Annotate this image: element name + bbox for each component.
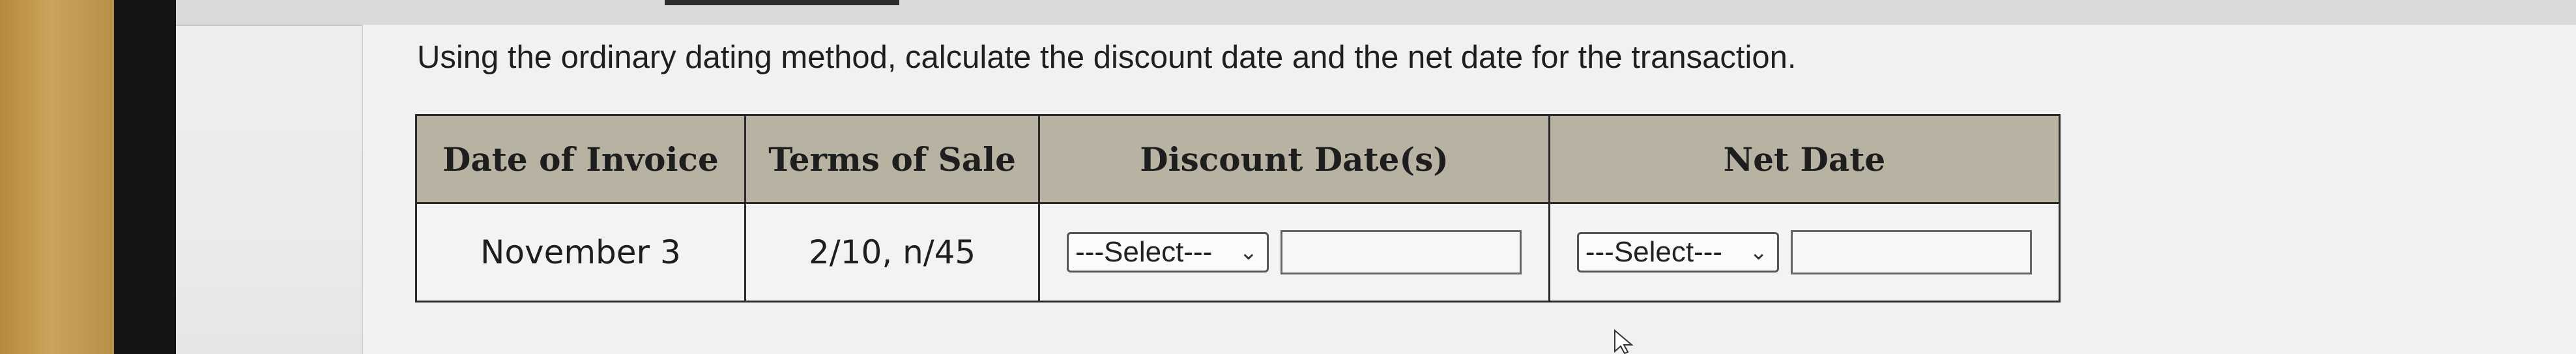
net-select-value: ---Select--- xyxy=(1585,236,1723,268)
chevron-down-icon: ⌄ xyxy=(1239,240,1258,265)
discount-date-select[interactable]: ---Select--- ⌄ xyxy=(1067,232,1269,273)
header-date-of-invoice: Date of Invoice xyxy=(415,114,746,204)
chevron-down-icon: ⌄ xyxy=(1749,240,1768,265)
desk-background xyxy=(0,0,114,354)
header-net-date: Net Date xyxy=(1548,114,2061,204)
discount-date-cell: ---Select--- ⌄ xyxy=(1038,202,1550,302)
header-discount-dates: Discount Date(s) xyxy=(1038,114,1550,204)
transaction-table: Date of Invoice Terms of Sale Discount D… xyxy=(415,114,2061,302)
terms-of-sale-cell: 2/10, n/45 xyxy=(744,202,1041,302)
discount-date-input[interactable] xyxy=(1281,230,1522,274)
table-header-row: Date of Invoice Terms of Sale Discount D… xyxy=(415,114,2061,204)
net-date-cell: ---Select--- ⌄ xyxy=(1548,202,2061,302)
top-tab-indicator xyxy=(665,0,899,5)
net-date-select[interactable]: ---Select--- ⌄ xyxy=(1576,232,1779,273)
header-terms-of-sale: Terms of Sale xyxy=(744,114,1041,204)
top-bar xyxy=(176,0,2576,26)
discount-select-value: ---Select--- xyxy=(1075,236,1213,268)
table-row: November 3 2/10, n/45 ---Select--- ⌄ ---… xyxy=(415,202,2061,302)
net-date-input[interactable] xyxy=(1790,230,2032,274)
question-text: Using the ordinary dating method, calcul… xyxy=(417,40,1797,75)
invoice-date-cell: November 3 xyxy=(415,202,746,302)
monitor-bezel xyxy=(114,0,176,354)
mouse-cursor-icon xyxy=(1614,329,1634,354)
